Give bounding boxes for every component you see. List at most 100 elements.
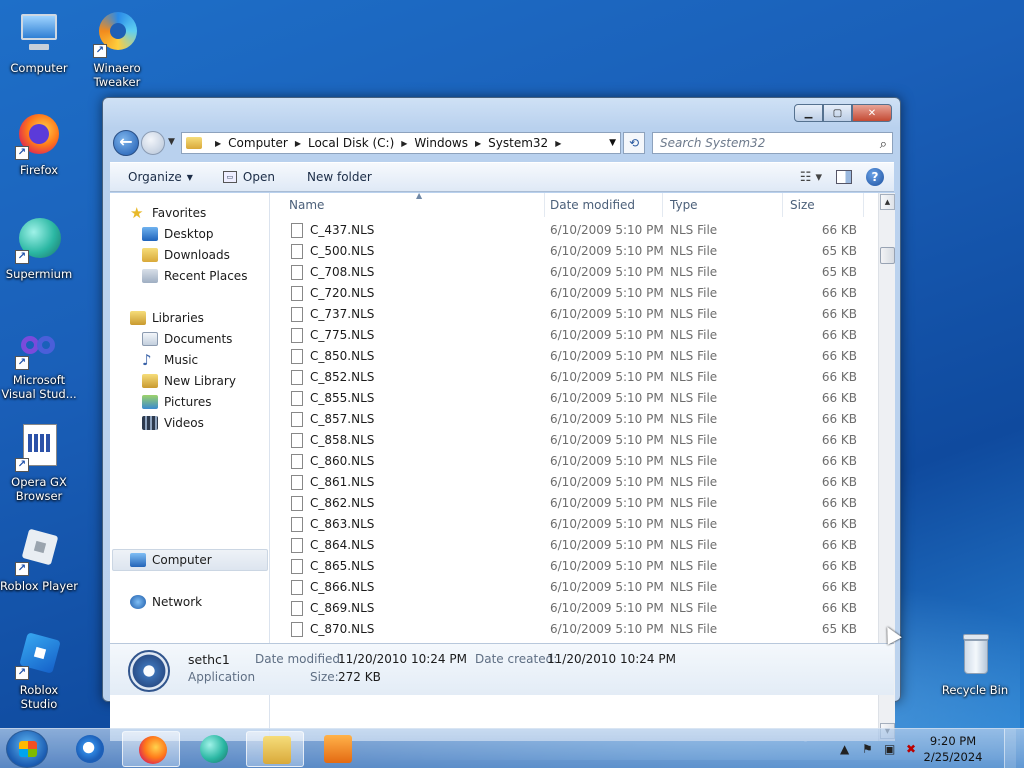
- table-row[interactable]: C_500.NLS 6/10/2009 5:10 PM NLS File 65 KB: [271, 241, 871, 262]
- table-row[interactable]: C_852.NLS 6/10/2009 5:10 PM NLS File 66 KB: [271, 367, 871, 388]
- shortcut-arrow-icon: ↗: [15, 458, 29, 472]
- open-label: Open: [242, 170, 275, 184]
- nav-music[interactable]: ♪ Music: [142, 350, 198, 370]
- desktop-icon-roblox-player[interactable]: ↗ Roblox Player: [0, 528, 78, 593]
- breadcrumb-chevron-icon[interactable]: ▶: [475, 139, 481, 148]
- desktop-icon-supermium[interactable]: ↗ Supermium: [0, 216, 78, 281]
- action-center-flag-icon[interactable]: ⚑: [862, 742, 873, 756]
- table-row[interactable]: C_870.NLS 6/10/2009 5:10 PM NLS File 65 KB: [271, 619, 871, 640]
- table-row[interactable]: C_775.NLS 6/10/2009 5:10 PM NLS File 66 KB: [271, 325, 871, 346]
- scroll-thumb[interactable]: [880, 247, 895, 264]
- table-row[interactable]: C_850.NLS 6/10/2009 5:10 PM NLS File 66 KB: [271, 346, 871, 367]
- table-row[interactable]: C_865.NLS 6/10/2009 5:10 PM NLS File 66 KB: [271, 556, 871, 577]
- nav-documents[interactable]: Documents: [142, 329, 232, 349]
- taskbar-windows-explorer[interactable]: [246, 731, 304, 767]
- address-bar[interactable]: ▶ Computer ▶ Local Disk (C:) ▶ Windows ▶…: [181, 132, 621, 154]
- taskbar-internet-explorer[interactable]: [60, 731, 118, 767]
- file-name: C_858.NLS: [310, 433, 375, 447]
- explorer-window[interactable]: ▁ ▢ ✕ ← ▼ ▶ Computer ▶ Local Disk (C:) ▶…: [102, 97, 901, 741]
- search-input[interactable]: Search System32 ⌕: [652, 132, 893, 154]
- network-icon[interactable]: ▣: [884, 742, 895, 756]
- table-row[interactable]: C_864.NLS 6/10/2009 5:10 PM NLS File 66 KB: [271, 535, 871, 556]
- maximize-button[interactable]: ▢: [823, 104, 852, 122]
- file-type: NLS File: [670, 433, 718, 447]
- file-icon: [291, 559, 303, 574]
- show-desktop-button[interactable]: [1004, 729, 1016, 768]
- table-row[interactable]: C_857.NLS 6/10/2009 5:10 PM NLS File 66 KB: [271, 409, 871, 430]
- nav-desktop[interactable]: Desktop: [142, 224, 214, 244]
- firefox-icon: [139, 736, 167, 764]
- nav-recent-places[interactable]: Recent Places: [142, 266, 247, 286]
- shortcut-arrow-icon: ↗: [93, 44, 107, 58]
- nav-downloads[interactable]: Downloads: [142, 245, 230, 265]
- show-hidden-icons-icon[interactable]: ▲: [840, 742, 849, 756]
- table-row[interactable]: C_863.NLS 6/10/2009 5:10 PM NLS File 66 KB: [271, 514, 871, 535]
- nav-computer[interactable]: Computer: [130, 550, 212, 570]
- nav-libraries[interactable]: Libraries: [130, 308, 204, 328]
- address-dropdown-icon[interactable]: ▼: [609, 138, 616, 148]
- taskbar-media-player[interactable]: [308, 731, 366, 767]
- nav-favorites[interactable]: ★ Favorites: [130, 203, 206, 223]
- help-icon[interactable]: ?: [866, 168, 884, 186]
- organize-button[interactable]: Organize ▼: [128, 170, 193, 184]
- volume-muted-icon[interactable]: ✖: [906, 742, 916, 756]
- nav-pictures[interactable]: Pictures: [142, 392, 212, 412]
- nav-videos[interactable]: Videos: [142, 413, 204, 433]
- breadcrumb-chevron-icon[interactable]: ▶: [295, 139, 301, 148]
- breadcrumb-chevron-icon[interactable]: ▶: [401, 139, 407, 148]
- nav-label: Desktop: [164, 227, 214, 241]
- breadcrumb-chevron-icon[interactable]: ▶: [555, 139, 561, 148]
- search-icon[interactable]: ⌕: [880, 135, 887, 155]
- table-row[interactable]: C_860.NLS 6/10/2009 5:10 PM NLS File 66 KB: [271, 451, 871, 472]
- breadcrumb-system32[interactable]: System32: [488, 136, 548, 150]
- desktop-icon-opera-gx[interactable]: ↗ Opera GX Browser: [0, 424, 78, 503]
- desktop-icon-computer[interactable]: Computer: [0, 10, 78, 75]
- column-header-name[interactable]: ▲ Name: [281, 191, 545, 217]
- taskbar-firefox[interactable]: [122, 731, 180, 767]
- change-view-icon[interactable]: ☷ ▾: [800, 170, 822, 185]
- table-row[interactable]: C_866.NLS 6/10/2009 5:10 PM NLS File 66 KB: [271, 577, 871, 598]
- column-header-date-modified[interactable]: Date modified: [542, 193, 663, 217]
- desktop-icon-visual-studio[interactable]: ↗ Microsoft Visual Stud...: [0, 330, 78, 401]
- file-date: 6/10/2009 5:10 PM: [550, 601, 664, 615]
- back-button[interactable]: ←: [113, 130, 139, 156]
- refresh-button[interactable]: ⟲: [623, 132, 645, 154]
- desktop-icon-firefox[interactable]: ↗ Firefox: [0, 112, 78, 177]
- breadcrumb-computer[interactable]: Computer: [228, 136, 288, 150]
- table-row[interactable]: C_708.NLS 6/10/2009 5:10 PM NLS File 65 KB: [271, 262, 871, 283]
- new-folder-button[interactable]: New folder: [307, 170, 372, 184]
- taskbar-supermium[interactable]: [184, 731, 242, 767]
- clock[interactable]: 9:20 PM 2/25/2024: [918, 733, 988, 765]
- recent-pages-dropdown[interactable]: ▼: [168, 137, 175, 147]
- open-button[interactable]: ▭ Open: [222, 170, 275, 184]
- details-size: 272 KB: [338, 670, 381, 684]
- nav-new-library[interactable]: New Library: [142, 371, 236, 391]
- breadcrumb-chevron-icon[interactable]: ▶: [215, 139, 221, 148]
- column-header-type[interactable]: Type: [662, 193, 783, 217]
- file-size: 66 KB: [821, 580, 857, 594]
- column-header-size[interactable]: Size: [782, 193, 864, 217]
- table-row[interactable]: C_869.NLS 6/10/2009 5:10 PM NLS File 66 KB: [271, 598, 871, 619]
- desktop-icon-roblox-studio[interactable]: ↗ Roblox Studio: [0, 632, 78, 711]
- nav-network[interactable]: Network: [130, 592, 202, 612]
- table-row[interactable]: C_858.NLS 6/10/2009 5:10 PM NLS File 66 KB: [271, 430, 871, 451]
- table-row[interactable]: C_862.NLS 6/10/2009 5:10 PM NLS File 66 KB: [271, 493, 871, 514]
- preview-pane-icon[interactable]: [836, 170, 852, 184]
- file-date: 6/10/2009 5:10 PM: [550, 622, 664, 636]
- forward-button[interactable]: [141, 131, 165, 155]
- start-button[interactable]: [6, 730, 48, 768]
- breadcrumb-local-disk[interactable]: Local Disk (C:): [308, 136, 394, 150]
- scroll-up-button[interactable]: ▲: [880, 194, 895, 210]
- file-type: NLS File: [670, 496, 718, 510]
- desktop-icon-recycle-bin[interactable]: Recycle Bin: [936, 632, 1014, 697]
- table-row[interactable]: C_720.NLS 6/10/2009 5:10 PM NLS File 66 KB: [271, 283, 871, 304]
- table-row[interactable]: C_855.NLS 6/10/2009 5:10 PM NLS File 66 KB: [271, 388, 871, 409]
- file-name: C_850.NLS: [310, 349, 375, 363]
- desktop-icon-winaero-tweaker[interactable]: ↗ Winaero Tweaker: [78, 10, 156, 89]
- table-row[interactable]: C_737.NLS 6/10/2009 5:10 PM NLS File 66 KB: [271, 304, 871, 325]
- table-row[interactable]: C_861.NLS 6/10/2009 5:10 PM NLS File 66 KB: [271, 472, 871, 493]
- minimize-button[interactable]: ▁: [794, 104, 823, 122]
- breadcrumb-windows[interactable]: Windows: [414, 136, 468, 150]
- table-row[interactable]: C_437.NLS 6/10/2009 5:10 PM NLS File 66 KB: [271, 220, 871, 241]
- close-button[interactable]: ✕: [852, 104, 892, 122]
